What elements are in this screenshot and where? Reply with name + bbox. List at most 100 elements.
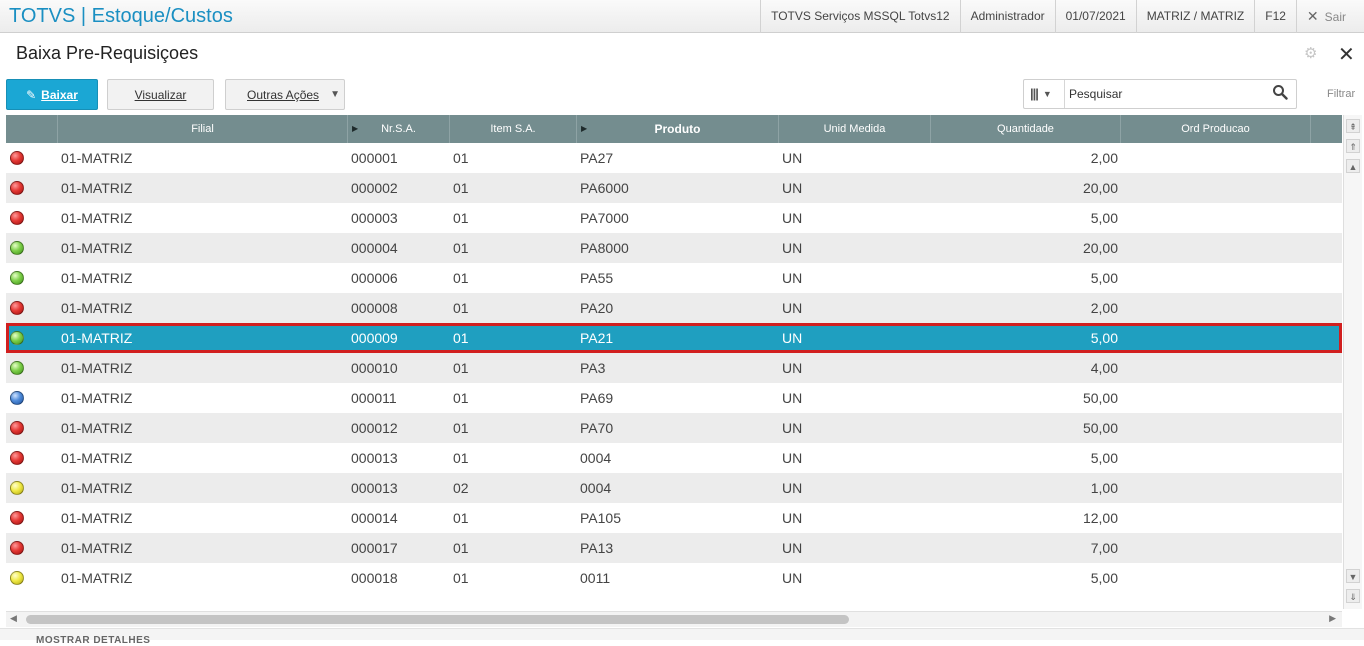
filter-link[interactable]: Filtrar: [1327, 88, 1355, 100]
branch-info[interactable]: MATRIZ / MATRIZ: [1135, 0, 1255, 33]
cell-produto: PA55: [580, 270, 614, 286]
cell-nrsa: 000012: [351, 420, 398, 436]
cell-filial: 01-MATRIZ: [61, 450, 133, 466]
horizontal-scroll-thumb[interactable]: [26, 615, 849, 624]
status-yellow-icon: [10, 571, 24, 585]
dropdown-arrow-icon: ▼: [1042, 89, 1052, 99]
table-row[interactable]: 01-MATRIZ 000001 01 PA27 UN 2,00: [6, 143, 1342, 173]
header-ordprod[interactable]: Ord Producao: [1121, 115, 1311, 143]
app-name: TOTVS: [9, 5, 76, 27]
cell-qtd: 50,00: [1082, 390, 1118, 406]
scroll-top-icon[interactable]: ⇞: [1346, 119, 1360, 133]
table-row[interactable]: 01-MATRIZ 000014 01 PA105 UN 12,00: [6, 503, 1342, 533]
outras-acoes-button[interactable]: Outras Ações ▼: [225, 79, 345, 110]
exit-label: Sair: [1324, 10, 1346, 24]
cell-item: 01: [453, 330, 469, 346]
table-row[interactable]: 01-MATRIZ 000013 01 0004 UN 5,00: [6, 443, 1342, 473]
table-row[interactable]: 01-MATRIZ 000011 01 PA69 UN 50,00: [6, 383, 1342, 413]
close-window-icon[interactable]: ✕: [1338, 42, 1355, 67]
cell-qtd: 4,00: [1090, 360, 1118, 376]
cell-item: 01: [453, 360, 469, 376]
baixar-label: Baixar: [41, 87, 78, 102]
cell-unid: UN: [782, 420, 803, 436]
cell-nrsa: 000001: [351, 150, 398, 166]
table-row-selected[interactable]: 01-MATRIZ 000009 01 PA21 UN 5,00: [6, 323, 1342, 353]
date-info[interactable]: 01/07/2021: [1054, 0, 1136, 33]
horizontal-scrollbar[interactable]: ◀ ▶: [6, 611, 1342, 627]
cell-unid: UN: [782, 270, 803, 286]
cell-qtd: 20,00: [1082, 180, 1118, 196]
header-unid-label: Unid Medida: [823, 123, 886, 135]
header-produto-label: Produto: [654, 122, 701, 136]
status-red-icon: [10, 451, 24, 465]
exit-button[interactable]: ✕ Sair: [1295, 0, 1364, 33]
status-column-header: [6, 115, 58, 143]
table-row[interactable]: 01-MATRIZ 000013 02 0004 UN 1,00: [6, 473, 1342, 503]
details-bar[interactable]: MOSTRAR DETALHES: [0, 628, 1364, 646]
cell-item: 01: [453, 210, 469, 226]
cell-item: 01: [453, 570, 469, 586]
table-row[interactable]: 01-MATRIZ 000012 01 PA70 UN 50,00: [6, 413, 1342, 443]
cell-filial: 01-MATRIZ: [61, 240, 133, 256]
cell-nrsa: 000002: [351, 180, 398, 196]
session-info: TOTVS Serviços MSSQL Totvs12 Administrad…: [760, 0, 1364, 33]
status-yellow-icon: [10, 481, 24, 495]
columns-icon: |||: [1030, 86, 1039, 101]
header-itemsa[interactable]: Item S.A.: [450, 115, 577, 143]
cell-unid: UN: [782, 570, 803, 586]
vertical-scrollbar[interactable]: ⇞ ⇑ ▲ ▼ ⇓: [1343, 115, 1362, 609]
table-row[interactable]: 01-MATRIZ 000004 01 PA8000 UN 20,00: [6, 233, 1342, 263]
scroll-page-up-icon[interactable]: ⇑: [1346, 139, 1360, 153]
cell-unid: UN: [782, 390, 803, 406]
search-input[interactable]: [1069, 85, 1269, 103]
table-row[interactable]: 01-MATRIZ 000008 01 PA20 UN 2,00: [6, 293, 1342, 323]
cell-qtd: 5,00: [1090, 450, 1118, 466]
header-filial[interactable]: Filial: [58, 115, 348, 143]
visualizar-button[interactable]: Visualizar: [107, 79, 214, 110]
table-row[interactable]: 01-MATRIZ 000006 01 PA55 UN 5,00: [6, 263, 1342, 293]
status-green-icon: [10, 271, 24, 285]
cell-item: 01: [453, 510, 469, 526]
scroll-down-icon[interactable]: ▼: [1346, 569, 1360, 583]
cell-filial: 01-MATRIZ: [61, 420, 133, 436]
cell-item: 01: [453, 180, 469, 196]
pencil-icon: ✎: [26, 87, 37, 102]
cell-item: 01: [453, 150, 469, 166]
cell-nrsa: 000010: [351, 360, 398, 376]
cell-qtd: 50,00: [1082, 420, 1118, 436]
status-green-icon: [10, 331, 24, 345]
column-selector[interactable]: ||| ▼: [1024, 80, 1065, 108]
table-row[interactable]: 01-MATRIZ 000002 01 PA6000 UN 20,00: [6, 173, 1342, 203]
table-row[interactable]: 01-MATRIZ 000010 01 PA3 UN 4,00: [6, 353, 1342, 383]
cell-unid: UN: [782, 180, 803, 196]
baixar-button[interactable]: ✎ Baixar: [6, 79, 98, 110]
scroll-up-icon[interactable]: ▲: [1346, 159, 1360, 173]
cell-nrsa: 000014: [351, 510, 398, 526]
gear-icon[interactable]: ⚙: [1304, 46, 1320, 62]
cell-produto: 0011: [580, 570, 611, 586]
header-unid[interactable]: Unid Medida: [779, 115, 931, 143]
table-row[interactable]: 01-MATRIZ 000018 01 0011 UN 5,00: [6, 563, 1342, 593]
shortcut-key[interactable]: F12: [1254, 0, 1296, 33]
cell-nrsa: 000017: [351, 540, 398, 556]
header-quantidade[interactable]: Quantidade: [931, 115, 1121, 143]
header-produto[interactable]: ▶ Produto: [577, 115, 779, 143]
scroll-left-icon[interactable]: ◀: [10, 613, 17, 624]
cell-filial: 01-MATRIZ: [61, 150, 133, 166]
table-row[interactable]: 01-MATRIZ 000003 01 PA7000 UN 5,00: [6, 203, 1342, 233]
cell-nrsa: 000006: [351, 270, 398, 286]
search-icon[interactable]: [1272, 84, 1288, 100]
table-row[interactable]: 01-MATRIZ 000017 01 PA13 UN 7,00: [6, 533, 1342, 563]
scroll-right-icon[interactable]: ▶: [1329, 613, 1336, 624]
header-itemsa-label: Item S.A.: [490, 123, 536, 135]
cell-produto: PA20: [580, 300, 614, 316]
scroll-page-down-icon[interactable]: ⇓: [1346, 589, 1360, 603]
cell-filial: 01-MATRIZ: [61, 360, 133, 376]
vertical-scroll-track[interactable]: [1347, 175, 1359, 605]
cell-item: 01: [453, 450, 469, 466]
app-title: TOTVS | Estoque/Custos: [9, 5, 233, 28]
cell-filial: 01-MATRIZ: [61, 540, 133, 556]
cell-filial: 01-MATRIZ: [61, 480, 133, 496]
header-nrsa[interactable]: ▶ Nr.S.A.: [348, 115, 450, 143]
cell-item: 01: [453, 540, 469, 556]
